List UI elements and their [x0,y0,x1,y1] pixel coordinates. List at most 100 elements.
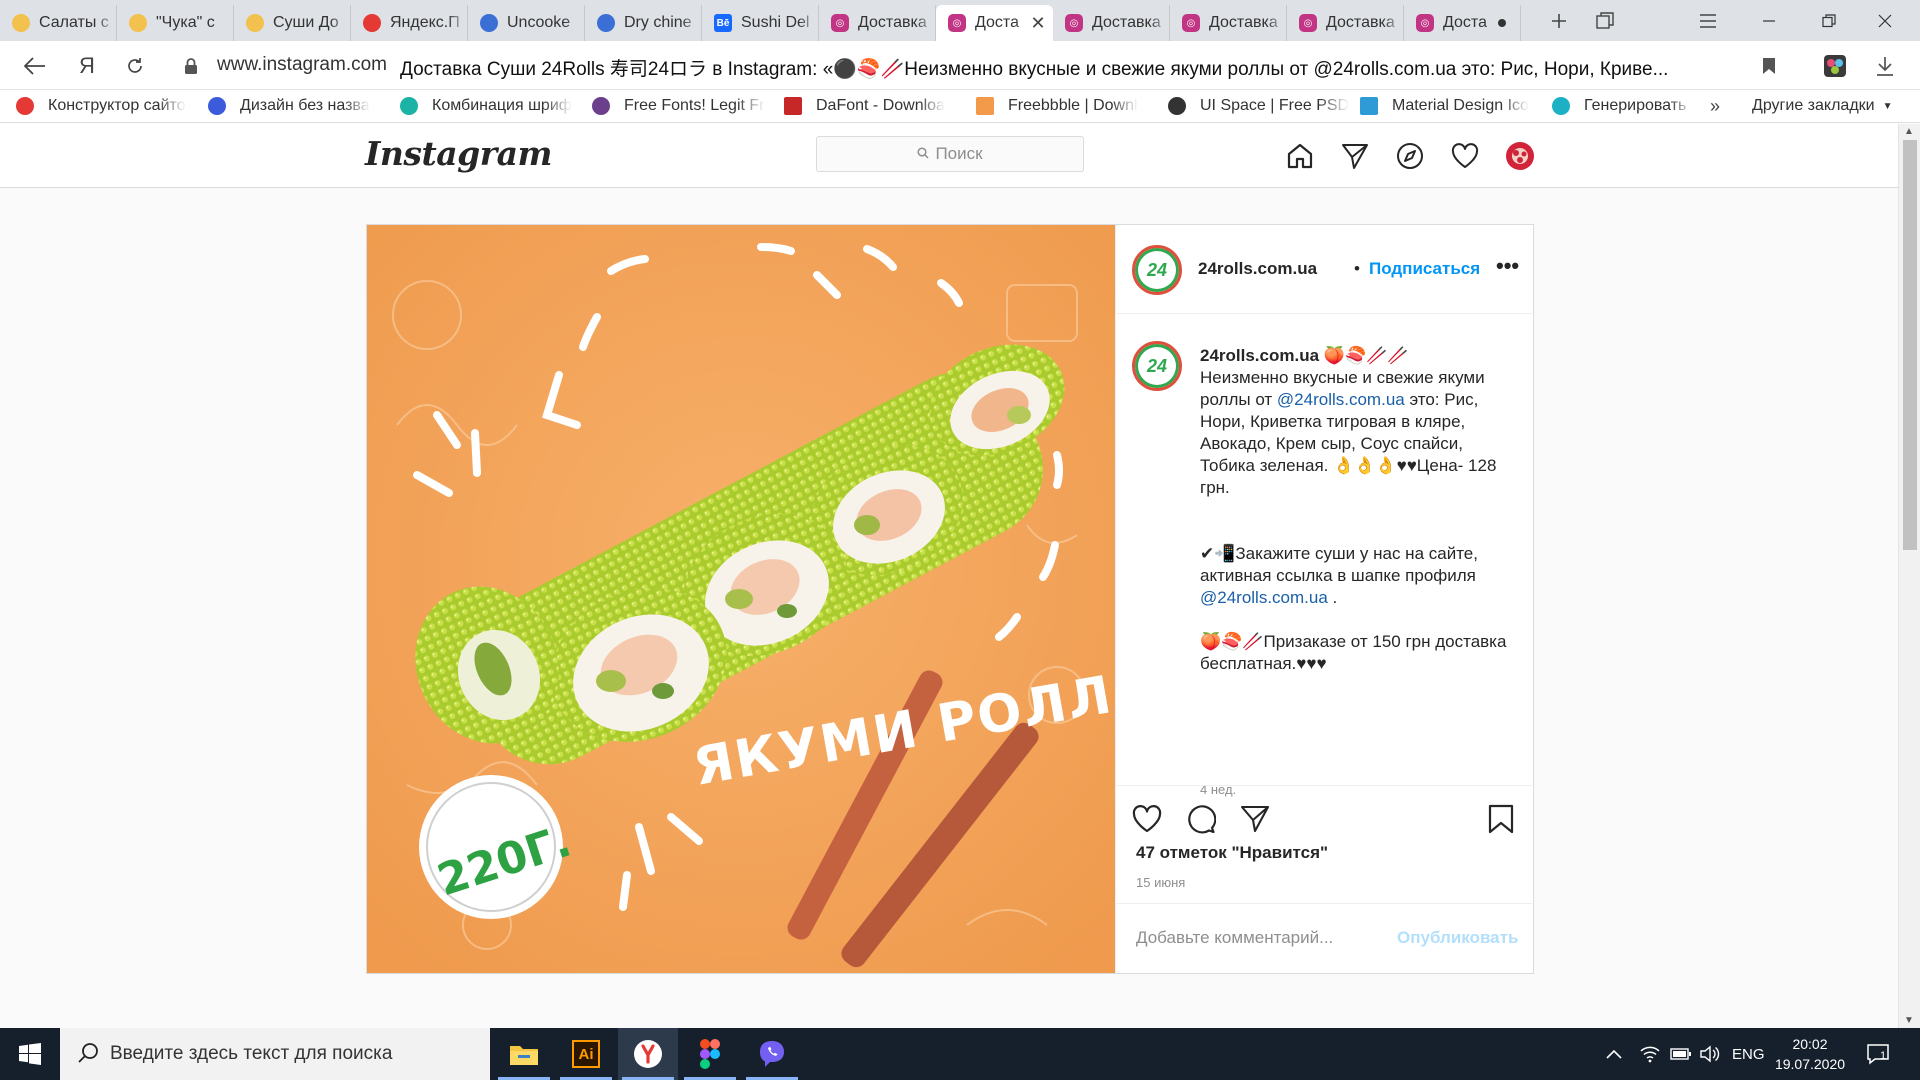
system-clock[interactable]: 20:02 19.07.2020 [1764,1034,1856,1074]
close-tab-icon[interactable]: ✕ [1029,13,1047,34]
arrow-left-icon [24,57,45,75]
tab-dostavka-active[interactable]: ◎ Доста ✕ [936,5,1053,41]
extension-button[interactable] [1820,51,1850,81]
scroll-up-arrow-icon[interactable]: ▲ [1904,126,1914,137]
direct-button[interactable] [1339,140,1371,172]
taskbar-illustrator[interactable]: Ai [556,1028,616,1080]
back-button[interactable] [20,51,50,81]
site-security-button[interactable] [176,51,206,81]
tab-uncooked[interactable]: Uncooke [468,5,585,41]
tab-dostavka-1[interactable]: ◎ Доставка [819,5,936,41]
post-image[interactable]: ЯКУМИ РОЛЛ 220Г. [367,225,1115,973]
comment-input[interactable] [1136,928,1396,948]
heart-icon [1132,805,1162,833]
start-button[interactable] [0,1028,60,1080]
bookmark-label: Генерировать - Со [1584,97,1692,114]
bookmark-item[interactable]: Дизайн без назва [208,97,400,115]
battery-button[interactable] [1670,1028,1692,1080]
search-input[interactable]: Поиск [816,136,1084,172]
taskbar-file-explorer[interactable] [494,1028,554,1080]
scroll-thumb[interactable] [1903,140,1917,550]
tab-dostavka-4[interactable]: ◎ Доставка [1287,5,1404,41]
post-header: 24 24rolls.com.ua • Подписаться ••• [1116,225,1532,314]
instagram-icon: ◎ [1065,14,1083,32]
bookmark-item[interactable]: Конструктор сайто [16,97,208,115]
comment-button[interactable] [1184,802,1218,836]
close-window-button[interactable] [1862,6,1908,36]
bookmark-favicon-icon [592,97,610,115]
taskbar-search[interactable]: Введите здесь текст для поиска [60,1028,490,1080]
caption-emoji: 🍑🍣🥢🥢 [1323,346,1409,365]
like-button[interactable] [1130,802,1164,836]
bookmark-item[interactable]: Free Fonts! Legit Fr [592,97,784,115]
language-indicator[interactable]: ENG [1732,1028,1765,1080]
other-bookmarks-button[interactable]: Другие закладки [1752,97,1875,115]
follow-button[interactable]: Подписаться [1369,259,1480,279]
profile-avatar-button[interactable] [1504,140,1536,172]
plus-icon [1552,14,1566,28]
tab-yandex[interactable]: Яндекс.П [351,5,468,41]
share-button[interactable] [1238,802,1272,836]
show-hidden-icons-button[interactable] [1606,1028,1622,1080]
scroll-down-arrow-icon[interactable]: ▼ [1904,1015,1914,1026]
post-date[interactable]: 15 июня [1136,875,1185,890]
post-username[interactable]: 24rolls.com.ua [1198,259,1317,279]
reload-button[interactable] [120,51,150,81]
bookmark-item[interactable]: Freebbble | Downl [976,97,1168,115]
likes-count[interactable]: 47 отметок "Нравится" [1136,843,1328,863]
avatar[interactable]: 24 [1132,341,1182,391]
chevron-up-icon [1606,1049,1622,1059]
speaker-icon [1700,1045,1720,1063]
more-options-button[interactable]: ••• [1496,253,1519,279]
tab-dry-chinese[interactable]: Dry chine [585,5,702,41]
taskbar-figma[interactable] [680,1028,740,1080]
bookmark-item[interactable]: UI Space | Free PSD [1168,97,1360,115]
taskbar-viber[interactable] [742,1028,802,1080]
restore-button[interactable] [1806,6,1852,36]
bookmark-item[interactable]: Material Design Ico [1360,97,1552,115]
minimize-button[interactable] [1746,6,1792,36]
tab-sushi-del[interactable]: Bē Sushi Del [702,5,819,41]
more-bookmarks-button[interactable]: » [1710,96,1740,117]
volume-button[interactable] [1700,1028,1720,1080]
notifications-button[interactable]: 1 [1866,1028,1890,1080]
windows-taskbar: Введите здесь текст для поиска Ai ENG 20… [0,1028,1920,1080]
avatar[interactable]: 24 [1132,245,1182,295]
instagram-logo[interactable]: Instagram [365,134,552,173]
browser-tab-bar: Салаты с "Чука" с Суши До Яндекс.П Uncoo… [0,0,1920,41]
tab-list-button[interactable] [1588,6,1622,36]
tab-label: Sushi Del [741,14,810,31]
home-button[interactable] [1284,140,1316,172]
tab-label: Яндекс.П [390,14,460,31]
tab-chuka[interactable]: "Чука" с [117,5,234,41]
mention-link[interactable]: @24rolls.com.ua [1200,588,1328,607]
tab-dostavka-5[interactable]: ◎ Доста [1404,5,1521,41]
new-tab-button[interactable] [1542,6,1576,36]
bookmark-label: Комбинация шриф [432,97,572,114]
tab-dostavka-3[interactable]: ◎ Доставка [1170,5,1287,41]
taskbar-yandex-browser[interactable] [618,1028,678,1080]
network-button[interactable] [1640,1028,1660,1080]
page-scrollbar[interactable]: ▲ ▼ [1898,124,1920,1028]
downloads-button[interactable] [1870,51,1900,81]
tab-salads[interactable]: Салаты с [0,5,117,41]
publish-button[interactable]: Опубликовать [1397,928,1518,948]
page-title-in-url[interactable]: Доставка Суши 24Rolls 寿司24ロラ в Instagram… [400,54,1740,81]
bookmark-item[interactable]: Комбинация шриф [400,97,592,115]
menu-button[interactable] [1690,6,1726,36]
chevron-down-icon: ▼ [1882,100,1893,112]
caption-username[interactable]: 24rolls.com.ua [1200,346,1319,365]
yandex-home-button[interactable]: Я [72,51,102,81]
explore-button[interactable] [1394,140,1426,172]
bookmark-item[interactable]: DaFont - Downloa [784,97,976,115]
taskbar-search-placeholder: Введите здесь текст для поиска [110,1043,393,1064]
url-domain[interactable]: www.instagram.com [217,54,387,76]
bookmark-page-button[interactable] [1754,51,1784,81]
bookmark-item[interactable]: Генерировать - Со [1552,97,1692,115]
tab-dostavka-2[interactable]: ◎ Доставка [1053,5,1170,41]
activity-button[interactable] [1449,140,1481,172]
tab-sushi-do[interactable]: Суши До [234,5,351,41]
tab-label: Суши До [273,14,339,31]
mention-link[interactable]: @24rolls.com.ua [1277,390,1405,409]
save-button[interactable] [1484,802,1518,836]
